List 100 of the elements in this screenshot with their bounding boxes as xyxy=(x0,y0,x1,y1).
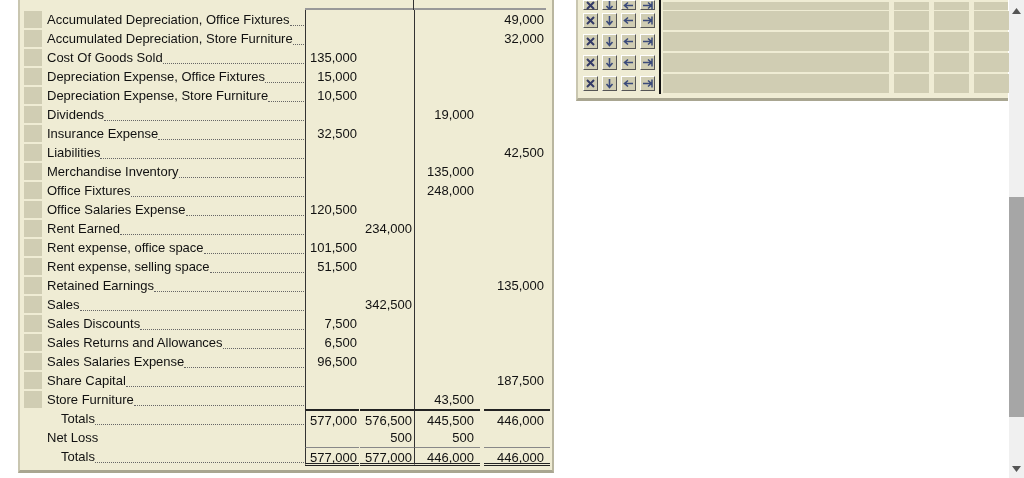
scrollbar[interactable] xyxy=(1009,0,1024,478)
right-arrow-icon[interactable] xyxy=(640,34,655,49)
account-name: Store Furniture xyxy=(47,391,134,409)
amount-cell: 49,000 xyxy=(504,12,544,27)
row-handle[interactable] xyxy=(24,163,42,180)
down-arrow-icon[interactable] xyxy=(602,0,617,10)
amount-cell: 42,500 xyxy=(504,145,544,160)
amount-cell: 446,000 xyxy=(497,413,544,428)
account-name: Insurance Expense xyxy=(47,125,159,143)
total-label: Net Loss xyxy=(47,429,99,447)
right-arrow-icon[interactable] xyxy=(640,55,655,70)
amount-cell: 577,000 xyxy=(365,450,412,465)
scroll-up-icon[interactable] xyxy=(1012,8,1021,14)
amount-cell: 135,000 xyxy=(497,278,544,293)
right-arrow-icon[interactable] xyxy=(640,0,655,10)
account-name: Office Fixtures xyxy=(47,182,131,200)
account-name: Liabilities xyxy=(47,144,101,162)
account-name: Accumulated Depreciation, Office Fixtures xyxy=(47,11,290,29)
account-name: Depreciation Expense, Store Furniture xyxy=(47,87,269,105)
account-name: Cost Of Goods Sold xyxy=(47,49,163,67)
right-arrow-icon[interactable] xyxy=(640,76,655,91)
account-name: Merchandise Inventory xyxy=(47,163,179,181)
account-name: Dividends xyxy=(47,106,105,124)
row-handle[interactable] xyxy=(24,87,42,104)
left-arrow-icon[interactable] xyxy=(621,55,636,70)
row-handle[interactable] xyxy=(24,296,42,313)
row-handle[interactable] xyxy=(24,315,42,332)
amount-cell: 248,000 xyxy=(427,183,474,198)
right-arrow-icon[interactable] xyxy=(640,13,655,28)
down-arrow-icon[interactable] xyxy=(602,13,617,28)
amount-cell: 135,000 xyxy=(310,50,357,65)
amount-cell: 445,500 xyxy=(427,413,474,428)
account-name: Share Capital xyxy=(47,372,126,390)
down-arrow-icon[interactable] xyxy=(602,76,617,91)
left-arrow-icon[interactable] xyxy=(621,0,636,10)
delete-icon[interactable] xyxy=(583,34,598,49)
amount-cell: 446,000 xyxy=(427,450,474,465)
row-handle[interactable] xyxy=(24,239,42,256)
left-arrow-icon[interactable] xyxy=(621,34,636,49)
row-handle[interactable] xyxy=(24,353,42,370)
left-arrow-icon[interactable] xyxy=(621,13,636,28)
amount-cell: 500 xyxy=(390,430,412,445)
account-name: Sales Returns and Allowances xyxy=(47,334,223,352)
amount-cell: 96,500 xyxy=(317,354,357,369)
account-name: Depreciation Expense, Office Fixtures xyxy=(47,68,265,86)
amount-cell: 120,500 xyxy=(310,202,357,217)
amount-cell: 500 xyxy=(452,430,474,445)
row-handle[interactable] xyxy=(24,11,42,28)
row-handle[interactable] xyxy=(24,182,42,199)
down-arrow-icon[interactable] xyxy=(602,55,617,70)
down-arrow-icon[interactable] xyxy=(602,34,617,49)
row-handle[interactable] xyxy=(24,49,42,66)
amount-cell: 10,500 xyxy=(317,88,357,103)
account-name: Sales Salaries Expense xyxy=(47,353,185,371)
amount-cell: 342,500 xyxy=(365,297,412,312)
total-label: Totals xyxy=(61,410,95,428)
row-handle[interactable] xyxy=(24,391,42,408)
row-handle[interactable] xyxy=(24,277,42,294)
account-name: Rent expense, selling space xyxy=(47,258,210,276)
amount-cell: 51,500 xyxy=(317,259,357,274)
row-handle[interactable] xyxy=(24,334,42,351)
amount-cell: 577,000 xyxy=(310,450,357,465)
amount-cell: 446,000 xyxy=(497,450,544,465)
amount-cell: 135,000 xyxy=(427,164,474,179)
amount-cell: 187,500 xyxy=(497,373,544,388)
delete-icon[interactable] xyxy=(583,55,598,70)
scroll-down-icon[interactable] xyxy=(1012,466,1021,472)
left-arrow-icon[interactable] xyxy=(621,76,636,91)
amount-cell: 577,000 xyxy=(310,413,357,428)
delete-icon[interactable] xyxy=(583,0,598,10)
account-name: Office Salaries Expense xyxy=(47,201,186,219)
delete-icon[interactable] xyxy=(583,13,598,28)
amount-cell: 32,500 xyxy=(317,126,357,141)
account-name: Rent Earned xyxy=(47,220,120,238)
row-handle[interactable] xyxy=(24,258,42,275)
amount-cell: 101,500 xyxy=(310,240,357,255)
scroll-thumb[interactable] xyxy=(1009,197,1024,417)
row-handle[interactable] xyxy=(24,372,42,389)
account-name: Retained Earnings xyxy=(47,277,154,295)
account-name: Accumulated Depreciation, Store Furniture xyxy=(47,30,293,48)
row-handle[interactable] xyxy=(24,220,42,237)
account-name: Sales xyxy=(47,296,80,314)
amount-cell: 576,500 xyxy=(365,413,412,428)
amount-cell: 6,500 xyxy=(324,335,357,350)
account-name: Rent expense, office space xyxy=(47,239,204,257)
amount-cell: 234,000 xyxy=(365,221,412,236)
total-label: Totals xyxy=(61,448,95,466)
row-handle[interactable] xyxy=(24,106,42,123)
row-handle[interactable] xyxy=(24,201,42,218)
amount-cell: 19,000 xyxy=(434,107,474,122)
amount-cell: 32,000 xyxy=(504,31,544,46)
amount-cell: 7,500 xyxy=(324,316,357,331)
account-name: Sales Discounts xyxy=(47,315,141,333)
row-handle[interactable] xyxy=(24,125,42,142)
amount-cell: 15,000 xyxy=(317,69,357,84)
row-handle[interactable] xyxy=(24,30,42,47)
row-handle[interactable] xyxy=(24,144,42,161)
amount-cell: 43,500 xyxy=(434,392,474,407)
delete-icon[interactable] xyxy=(583,76,598,91)
row-handle[interactable] xyxy=(24,68,42,85)
